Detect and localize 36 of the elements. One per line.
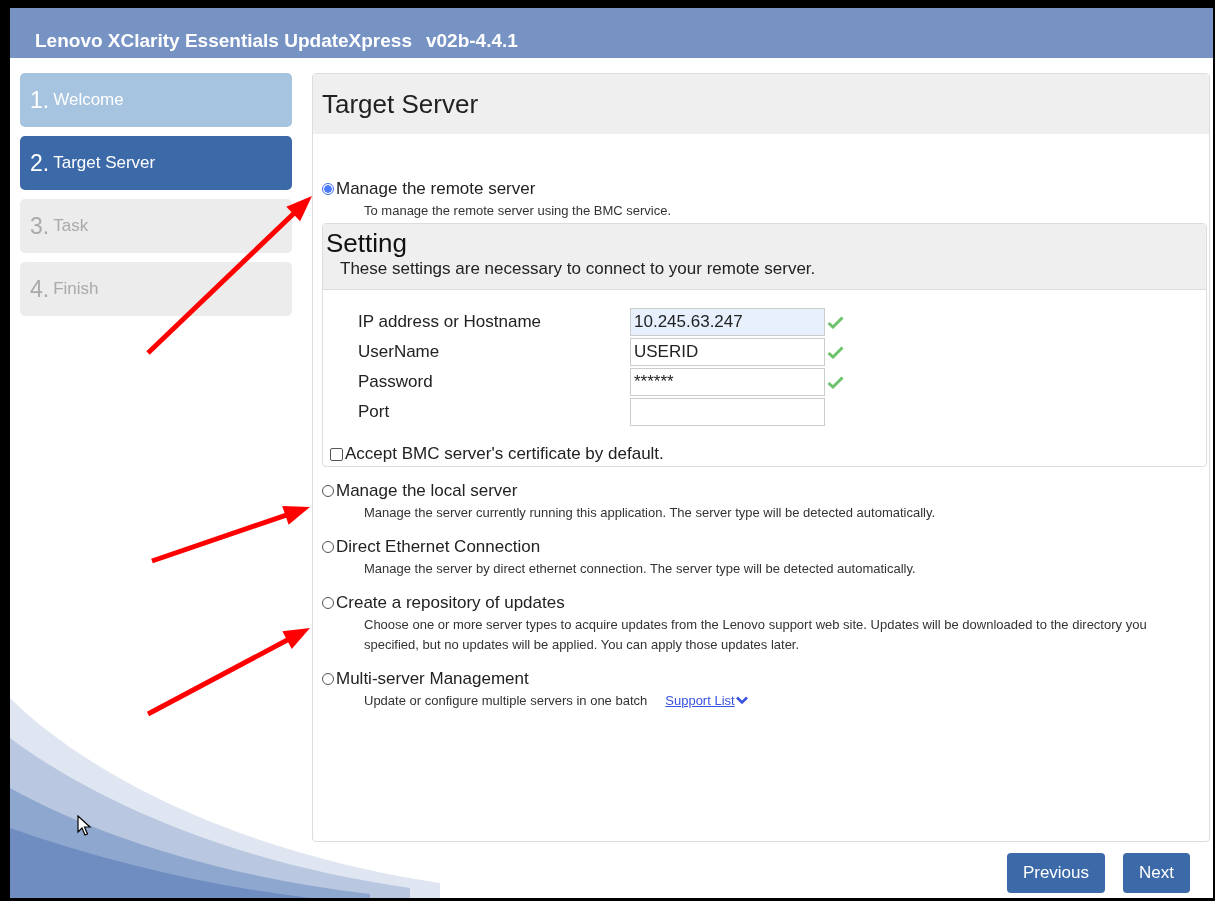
input-field[interactable]: 10.245.63.247 <box>630 308 825 336</box>
option-description: Manage the server by direct ethernet connection. The server type will be detected automatically. <box>364 560 916 578</box>
field-label: Password <box>358 372 434 392</box>
radio-button[interactable] <box>322 673 334 685</box>
checkbox-label[interactable]: Accept BMC server's certificate by default. <box>345 444 664 464</box>
window-title: Lenovo XClarity Essentials UpdateXpress <box>35 30 412 52</box>
input-field[interactable] <box>630 398 825 426</box>
page-title: Target Server <box>322 88 479 120</box>
previous-button[interactable]: Previous <box>1006 853 1106 893</box>
field-label: UserName <box>358 342 441 362</box>
checkbox[interactable] <box>330 447 343 461</box>
support-list-link[interactable]: Support List <box>665 693 748 708</box>
radio-button[interactable] <box>322 485 334 497</box>
option-label[interactable]: Multi-server Management <box>336 669 529 689</box>
option-label[interactable]: Create a repository of updates <box>336 593 565 613</box>
option-description: Choose one or more server types to acquire updates from the Lenovo support web site. Updates will be downloaded to the directory you specified, but no updates will be applied. You can apply those updates later. <box>364 616 1148 654</box>
option-label[interactable]: Manage the remote server <box>336 179 536 199</box>
option-label[interactable]: Manage the local server <box>336 481 518 501</box>
mouse-pointer-icon <box>77 815 93 837</box>
input-field[interactable]: USERID <box>630 338 825 366</box>
radio-button[interactable] <box>322 541 334 553</box>
option-description: Update or configure multiple servers in one batch <box>364 692 648 710</box>
radio-button[interactable] <box>322 597 334 609</box>
settings-title: Setting <box>326 228 408 259</box>
radio-button[interactable] <box>322 183 334 195</box>
option-label[interactable]: Direct Ethernet Connection <box>336 537 541 557</box>
field-label: IP address or Hostname <box>358 312 542 332</box>
next-button[interactable]: Next <box>1123 853 1190 893</box>
wizard-step[interactable]: 2. Target Server <box>20 136 292 190</box>
version-label: v02b-4.4.1 <box>425 30 518 52</box>
option-description: Manage the server currently running this application. The server type will be detected automatically. <box>364 504 936 522</box>
settings-subtitle: These settings are necessary to connect to your remote server. <box>339 259 817 279</box>
field-label: Port <box>358 402 391 422</box>
input-field[interactable]: ****** <box>630 368 825 396</box>
option-description: To manage the remote server using the BMC service. <box>364 202 672 220</box>
chevron-down-icon <box>735 696 748 705</box>
